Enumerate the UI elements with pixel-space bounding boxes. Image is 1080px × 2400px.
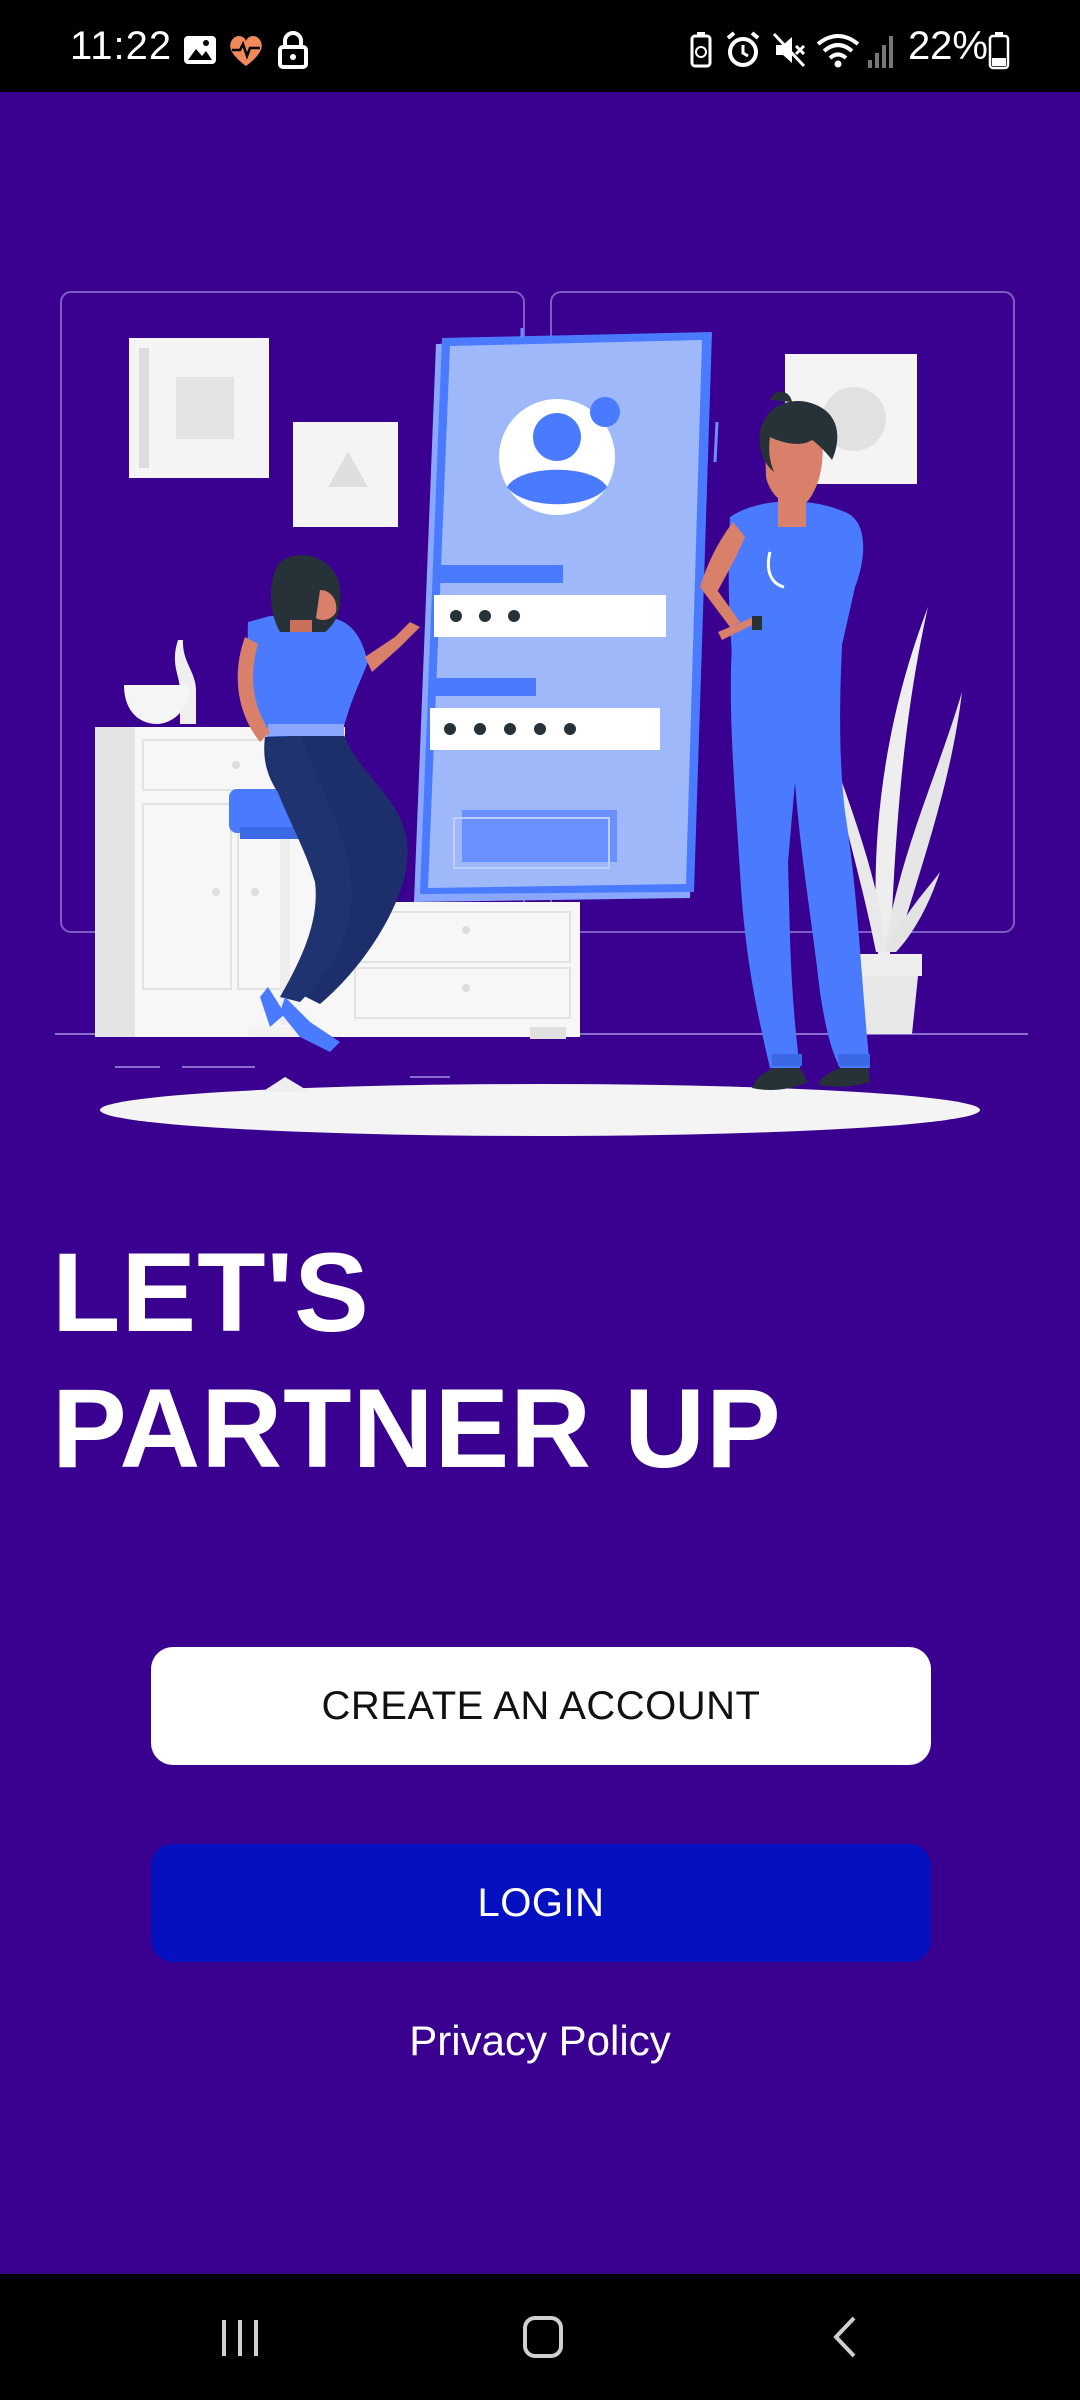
home-icon[interactable] xyxy=(508,2304,578,2370)
battery-icon xyxy=(988,32,1010,70)
signal-icon xyxy=(868,36,893,68)
privacy-policy-link[interactable]: Privacy Policy xyxy=(0,2017,1080,2065)
login-screen-illustration xyxy=(414,328,719,902)
heart-monitor-icon xyxy=(230,35,262,66)
alarm-icon xyxy=(726,31,760,67)
hero-illustration xyxy=(55,291,1028,1136)
headline-line-2: PARTNER UP xyxy=(52,1366,782,1491)
lock-icon xyxy=(278,31,308,69)
status-time: 11:22 xyxy=(70,24,173,68)
status-bar: 11:22 22% xyxy=(0,0,1080,92)
image-icon xyxy=(184,36,216,64)
back-icon[interactable] xyxy=(812,2304,882,2370)
man-figure xyxy=(700,391,870,1090)
headline: LET'S PARTNER UP xyxy=(52,1225,1032,1497)
battery-percentage: 22% xyxy=(907,24,988,68)
battery-saver-icon xyxy=(690,32,712,68)
floor-shadow xyxy=(100,1084,980,1136)
login-button[interactable]: LOGIN xyxy=(151,1844,931,1962)
create-account-button[interactable]: CREATE AN ACCOUNT xyxy=(151,1647,931,1765)
mute-icon xyxy=(772,32,806,68)
navigation-bar xyxy=(0,2274,1080,2400)
headline-line-1: LET'S xyxy=(52,1230,370,1355)
recents-icon[interactable] xyxy=(206,2304,276,2370)
picture-frame-triangle xyxy=(293,422,398,527)
picture-frame-square xyxy=(129,338,269,478)
wifi-icon xyxy=(816,34,860,68)
